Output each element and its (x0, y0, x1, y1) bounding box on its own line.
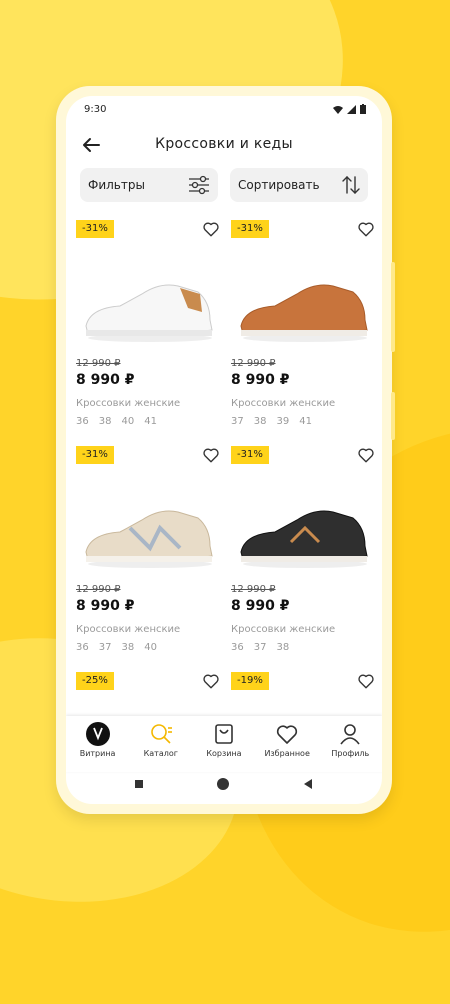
sort-arrows-icon (342, 176, 360, 194)
old-price: 12 990 ₽ (231, 358, 276, 369)
heart-icon (277, 725, 298, 744)
filter-bar: Фильтры Сортировать (80, 168, 368, 202)
product-card[interactable]: -31% 12 990 ₽ 8 990 ₽ Кроссовки женские … (76, 440, 228, 666)
product-name: Кроссовки женские (76, 398, 181, 409)
home-icon[interactable] (216, 777, 230, 791)
nav-label: Корзина (206, 749, 242, 758)
size-list: 36 38 40 41 (76, 416, 157, 427)
product-image (85, 284, 213, 342)
price: 8 990 ₽ (76, 598, 135, 614)
product-name: Кроссовки женские (231, 398, 336, 409)
recents-icon[interactable] (134, 779, 144, 789)
nav-catalog[interactable]: Каталог (131, 722, 191, 758)
discount-badge: -25% (76, 672, 114, 690)
page-title: Кроссовки и кеды (155, 136, 293, 152)
old-price: 12 990 ₽ (76, 358, 121, 369)
price: 8 990 ₽ (231, 372, 290, 388)
product-image (85, 510, 213, 568)
battery-icon (360, 104, 366, 114)
nav-label: Каталог (143, 749, 178, 758)
size-option: 38 (276, 642, 290, 653)
size-option: 38 (121, 642, 135, 653)
bottom-navigation: Витрина Каталог Корзина Избранное Профил… (66, 716, 382, 772)
price: 8 990 ₽ (76, 372, 135, 388)
filters-button[interactable]: Фильтры (80, 168, 218, 202)
back-triangle-icon[interactable] (302, 778, 314, 790)
product-card[interactable]: -25% (76, 666, 228, 706)
product-name: Кроссовки женские (76, 624, 181, 635)
discount-badge: -31% (76, 220, 114, 238)
status-bar: 9:30 (66, 96, 382, 122)
phone-side-button (391, 262, 395, 352)
status-icons (333, 104, 366, 114)
discount-badge: -31% (231, 446, 269, 464)
size-option: 39 (276, 416, 290, 427)
size-option: 40 (144, 642, 157, 653)
product-image (240, 284, 368, 342)
price: 8 990 ₽ (231, 598, 290, 614)
nav-label: Витрина (79, 749, 116, 758)
user-icon (340, 724, 360, 745)
system-navigation-bar (66, 770, 382, 798)
store-logo-icon (85, 722, 110, 746)
heart-icon[interactable] (357, 446, 375, 464)
size-option: 38 (253, 416, 267, 427)
size-option: 41 (299, 416, 312, 427)
nav-label: Профиль (331, 749, 370, 758)
discount-badge: -31% (76, 446, 114, 464)
discount-badge: -31% (231, 220, 269, 238)
size-list: 36 37 38 40 (76, 642, 157, 653)
title-bar: Кроссовки и кеды (66, 130, 382, 160)
nav-label: Избранное (264, 749, 310, 758)
filters-label: Фильтры (88, 178, 145, 192)
discount-badge: -19% (231, 672, 269, 690)
heart-icon[interactable] (202, 446, 220, 464)
size-option: 36 (76, 416, 89, 427)
catalog-search-icon (150, 724, 172, 744)
size-list: 37 38 39 41 (231, 416, 312, 427)
product-card[interactable]: -31% 12 990 ₽ 8 990 ₽ Кроссовки женские … (231, 440, 382, 666)
heart-icon[interactable] (202, 672, 220, 690)
nav-showcase[interactable]: Витрина (68, 722, 128, 758)
signal-icon (347, 104, 356, 114)
nav-favorites[interactable]: Избранное (257, 722, 317, 758)
size-option: 37 (98, 642, 112, 653)
product-card[interactable]: -31% 12 990 ₽ 8 990 ₽ Кроссовки женские … (76, 214, 228, 440)
sliders-icon (189, 175, 209, 195)
wifi-icon (333, 105, 343, 114)
product-name: Кроссовки женские (231, 624, 336, 635)
heart-icon[interactable] (202, 220, 220, 238)
size-option: 37 (231, 416, 244, 427)
product-card[interactable]: -19% (231, 666, 382, 706)
phone-side-button (391, 392, 395, 440)
heart-icon[interactable] (357, 672, 375, 690)
nav-profile[interactable]: Профиль (320, 722, 380, 758)
size-option: 36 (231, 642, 244, 653)
phone-frame: 9:30 Кроссовки и кеды Фильтры Сортироват… (56, 86, 395, 814)
old-price: 12 990 ₽ (231, 584, 276, 595)
bag-icon (215, 724, 233, 744)
size-option: 37 (253, 642, 267, 653)
app-screen: 9:30 Кроссовки и кеды Фильтры Сортироват… (66, 96, 382, 804)
size-option: 40 (121, 416, 135, 427)
size-option: 38 (98, 416, 112, 427)
sort-button[interactable]: Сортировать (230, 168, 368, 202)
status-time: 9:30 (84, 104, 107, 115)
product-card[interactable]: -31% 12 990 ₽ 8 990 ₽ Кроссовки женские … (231, 214, 382, 440)
size-option: 36 (76, 642, 89, 653)
heart-icon[interactable] (357, 220, 375, 238)
product-image (240, 510, 368, 568)
size-list: 36 37 38 (231, 642, 289, 653)
nav-cart[interactable]: Корзина (194, 722, 254, 758)
sort-label: Сортировать (238, 178, 320, 192)
old-price: 12 990 ₽ (76, 584, 121, 595)
size-option: 41 (144, 416, 157, 427)
